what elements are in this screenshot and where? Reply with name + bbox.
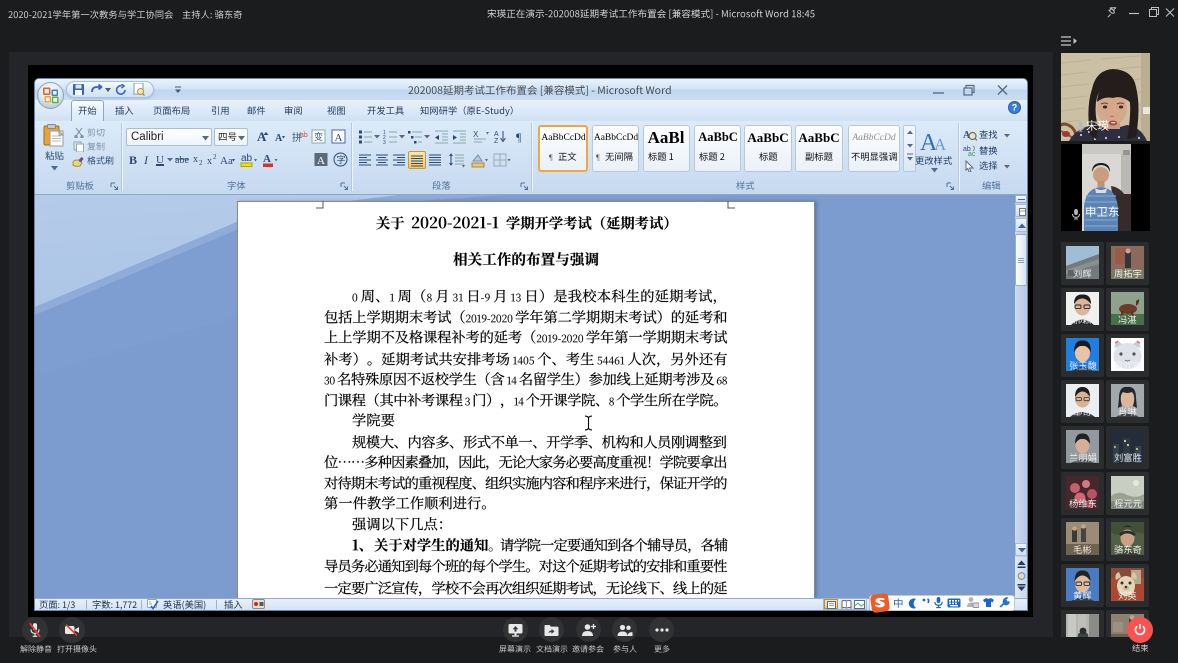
svg-text:ac: ac	[968, 151, 976, 156]
svg-text:?: ?	[1012, 103, 1018, 113]
svg-text:2: 2	[213, 153, 217, 161]
svg-text:X: X	[473, 130, 479, 139]
svg-text:A: A	[963, 130, 971, 141]
svg-text:x: x	[207, 156, 212, 167]
svg-text:B: B	[129, 153, 137, 167]
svg-text:字: 字	[337, 154, 346, 165]
svg-text:3: 3	[383, 140, 386, 146]
svg-text:A: A	[335, 132, 343, 144]
svg-text:U: U	[156, 154, 164, 166]
svg-text:A: A	[934, 135, 947, 154]
svg-text:x: x	[193, 154, 198, 165]
svg-text:2: 2	[199, 159, 203, 167]
svg-text:A: A	[317, 155, 325, 167]
svg-text:¶: ¶	[516, 130, 522, 144]
svg-text:A: A	[494, 131, 499, 138]
svg-text:A: A	[263, 153, 271, 165]
svg-text:I: I	[143, 153, 149, 167]
svg-text:A: A	[275, 133, 283, 144]
svg-text:Z: Z	[494, 138, 499, 145]
svg-text:abe: abe	[175, 155, 189, 166]
svg-text:ab: ab	[300, 132, 308, 139]
svg-text:A: A	[257, 129, 267, 144]
svg-text:¶: ¶	[596, 153, 600, 162]
svg-text:¶: ¶	[549, 153, 553, 162]
svg-text:Aa: Aa	[220, 155, 233, 167]
svg-text:ab: ab	[241, 153, 253, 164]
svg-text:变: 变	[314, 131, 323, 142]
